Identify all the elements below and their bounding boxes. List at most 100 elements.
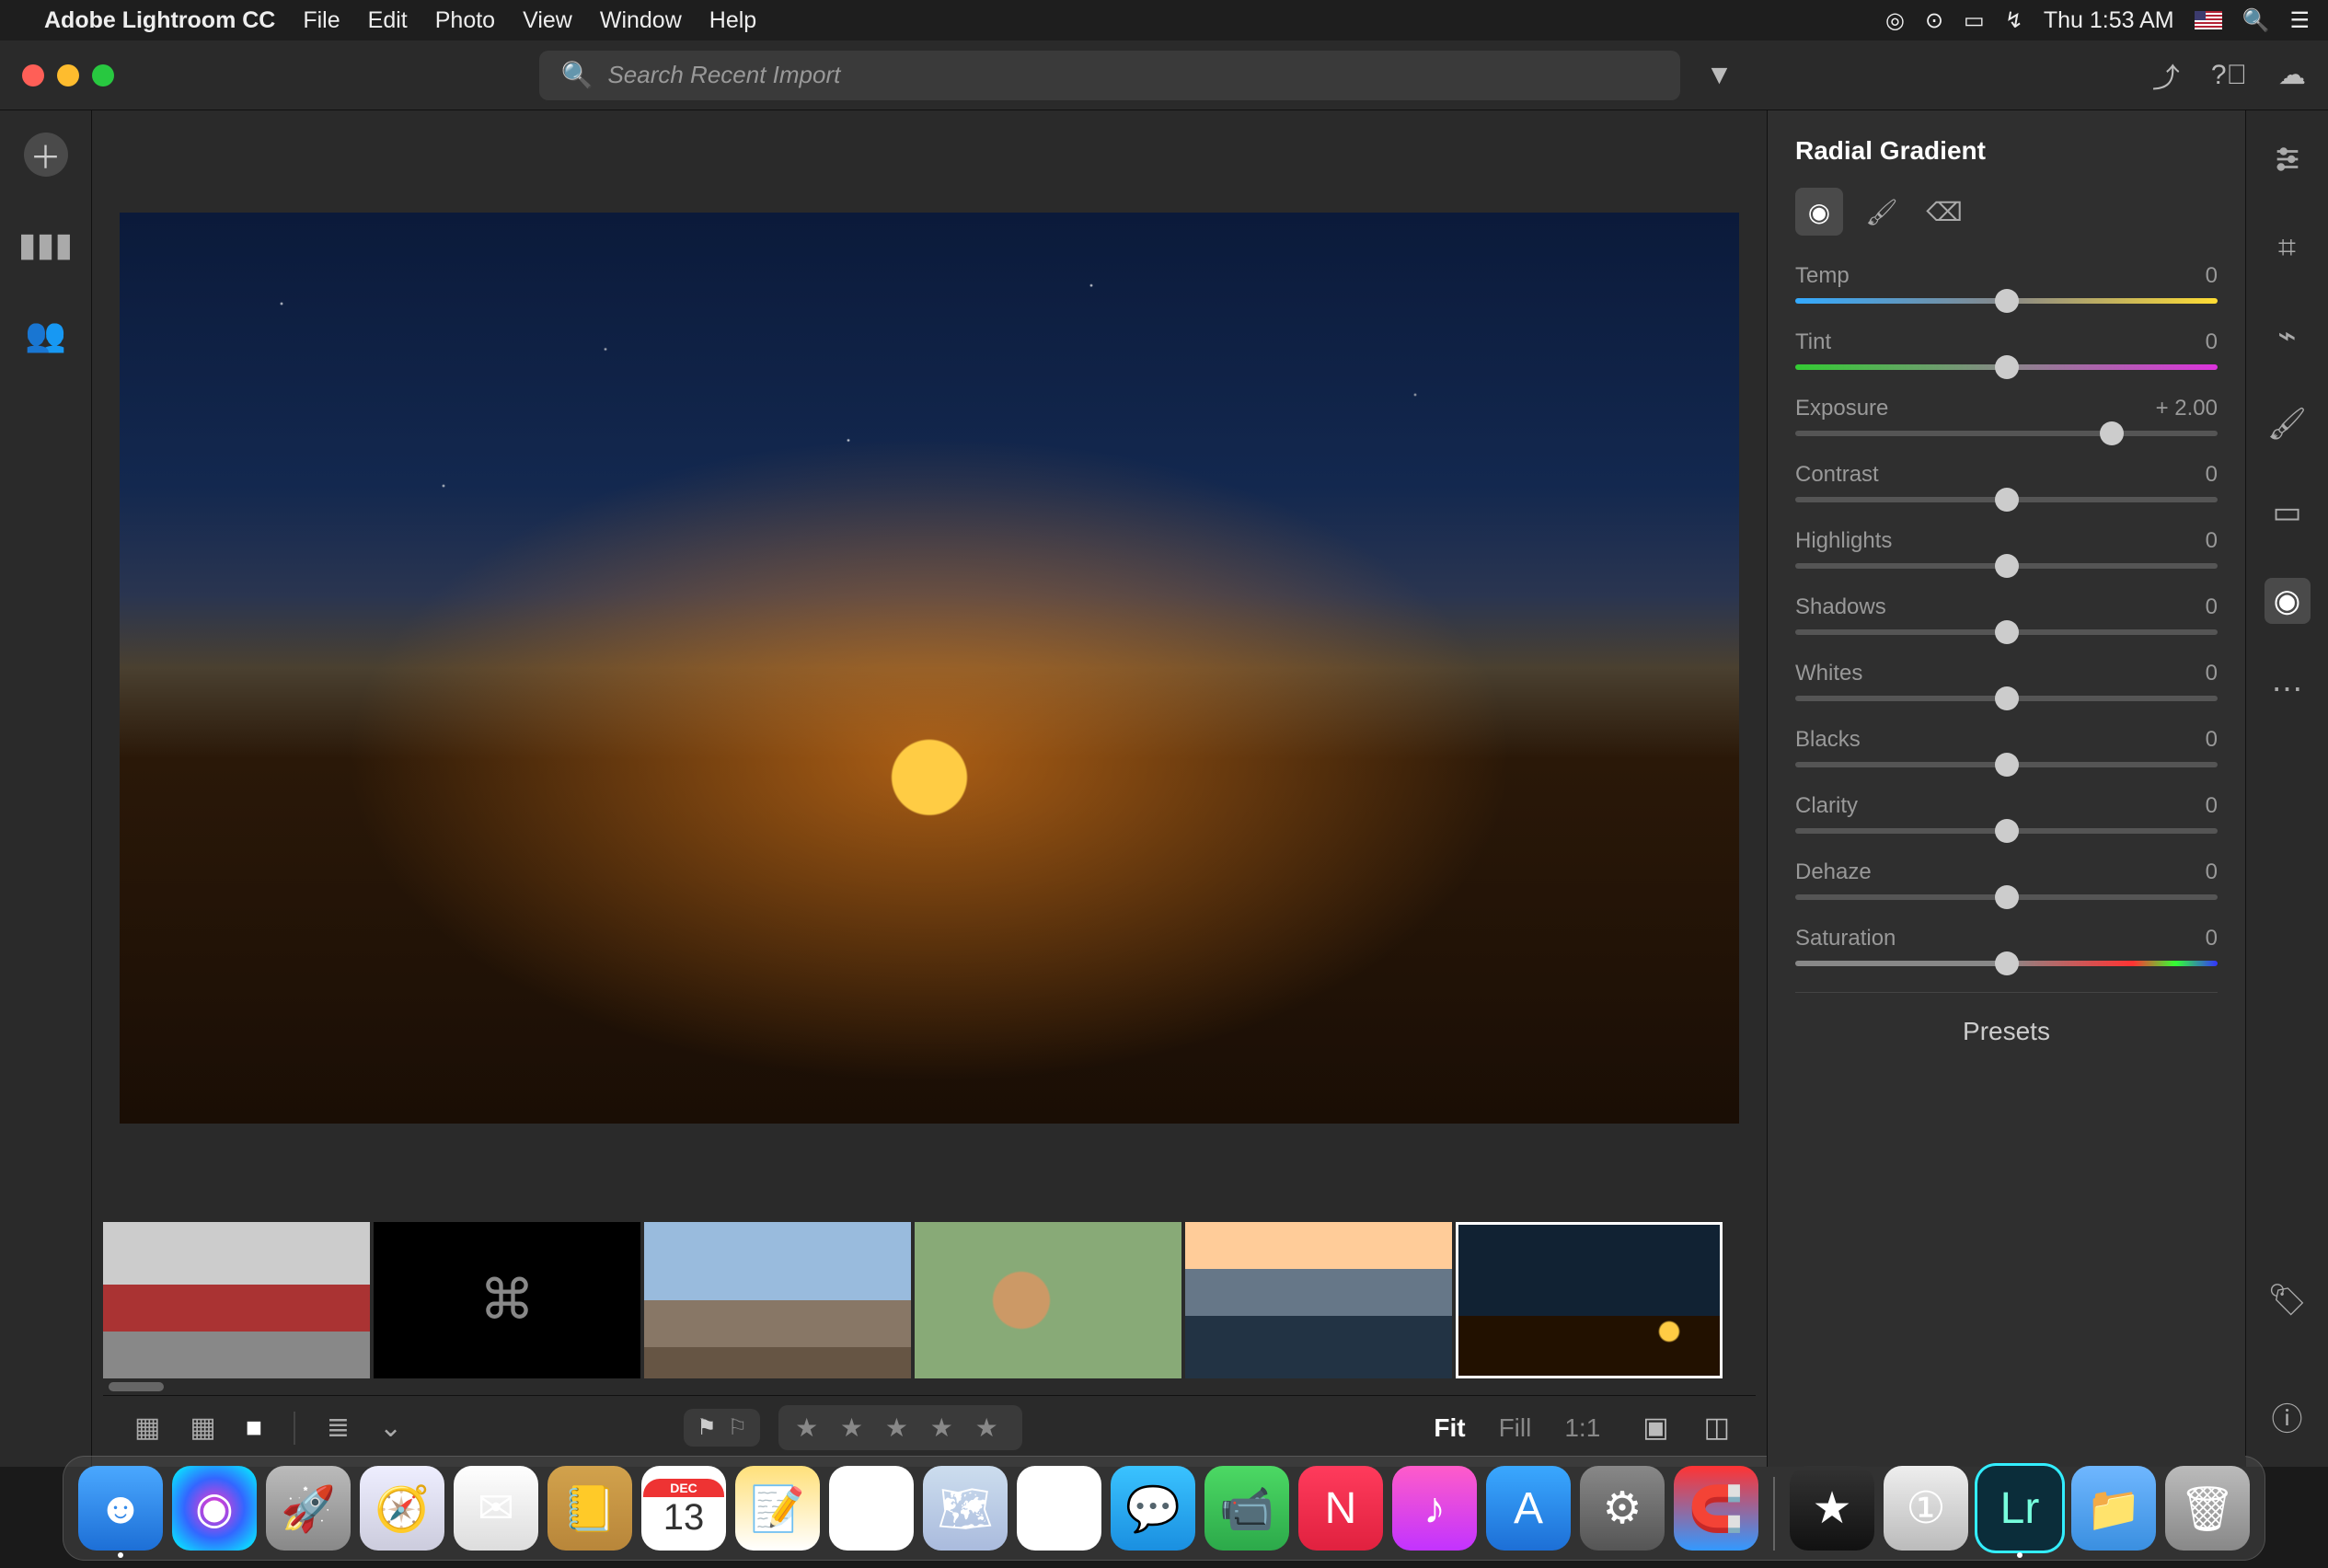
cloud-sync-icon[interactable]: ☁︎ xyxy=(2278,59,2306,91)
dock-app-1password[interactable]: ① xyxy=(1884,1466,1968,1551)
compare-icon[interactable]: ◫ xyxy=(1704,1412,1730,1444)
dock-app-messages[interactable]: 💬 xyxy=(1111,1466,1195,1551)
creative-cloud-icon[interactable]: ◎ xyxy=(1885,7,1905,34)
share-icon[interactable]: ⤴︎ xyxy=(2152,55,2180,96)
grid-view-icon[interactable]: ▦ xyxy=(129,1408,166,1447)
dock-app-magnet[interactable]: 🧲 xyxy=(1674,1466,1758,1551)
dock-app-notes[interactable]: 📝 xyxy=(735,1466,820,1551)
zoom-fit[interactable]: Fit xyxy=(1434,1413,1465,1443)
thumbnail[interactable] xyxy=(1185,1222,1452,1378)
slider-thumb[interactable] xyxy=(1995,554,2019,578)
input-source-flag-icon[interactable] xyxy=(2195,11,2222,29)
brush-add-icon[interactable]: 🖌 xyxy=(1858,188,1906,236)
slider-track[interactable] xyxy=(1795,894,2218,900)
dock-app-appstore[interactable]: A xyxy=(1486,1466,1571,1551)
sort-dropdown-icon[interactable]: ⌄ xyxy=(374,1408,408,1447)
dock-app-siri[interactable]: ◉ xyxy=(172,1466,257,1551)
add-photos-button[interactable]: ＋ xyxy=(24,133,68,177)
airplay-icon[interactable]: ▭ xyxy=(1964,7,1985,34)
edit-sliders-icon[interactable] xyxy=(2265,136,2311,182)
radial-mask-icon[interactable]: ◉ xyxy=(1795,188,1843,236)
minimize-window-button[interactable] xyxy=(57,64,79,86)
dock-app-downloads[interactable]: 📁 xyxy=(2071,1466,2156,1551)
thumbnail[interactable] xyxy=(644,1222,911,1378)
slider-thumb[interactable] xyxy=(1995,951,2019,975)
dock-app-imovie[interactable]: ★ xyxy=(1790,1466,1874,1551)
zoom-fill[interactable]: Fill xyxy=(1499,1413,1532,1443)
slider-track[interactable] xyxy=(1795,497,2218,502)
slider-thumb[interactable] xyxy=(1995,819,2019,843)
dock-app-photos[interactable]: ❀ xyxy=(1017,1466,1101,1551)
close-window-button[interactable] xyxy=(22,64,44,86)
slider-thumb[interactable] xyxy=(2100,421,2124,445)
info-icon[interactable]: ⓘ xyxy=(2265,1393,2311,1439)
rating-stars[interactable]: ★ ★ ★ ★ ★ xyxy=(778,1405,1022,1450)
slider-track[interactable] xyxy=(1795,364,2218,370)
slider-track[interactable] xyxy=(1795,563,2218,569)
dock-app-finder[interactable]: ☻ xyxy=(78,1466,163,1551)
slider-thumb[interactable] xyxy=(1995,488,2019,512)
dock-app-mail[interactable]: ✉︎ xyxy=(454,1466,538,1551)
thumbnail[interactable] xyxy=(915,1222,1181,1378)
slider-track[interactable] xyxy=(1795,696,2218,701)
slider-track[interactable] xyxy=(1795,762,2218,767)
menu-view[interactable]: View xyxy=(523,7,572,34)
square-grid-icon[interactable]: ▦ xyxy=(184,1408,221,1447)
sharing-icon[interactable]: 👥 xyxy=(24,313,68,357)
fullscreen-window-button[interactable] xyxy=(92,64,114,86)
slider-track[interactable] xyxy=(1795,298,2218,304)
linear-gradient-icon[interactable]: ▭ xyxy=(2265,490,2311,536)
healing-icon[interactable]: ⌁ xyxy=(2265,313,2311,359)
dock-app-contacts[interactable]: 📒 xyxy=(547,1466,632,1551)
brush-icon[interactable]: 🖌 xyxy=(2265,401,2311,447)
status-icon-2[interactable]: ↯ xyxy=(2005,7,2023,34)
radial-gradient-icon[interactable]: ◉ xyxy=(2265,578,2311,624)
filter-icon[interactable]: ▼ xyxy=(1706,60,1734,91)
spotlight-icon[interactable]: 🔍 xyxy=(2242,7,2270,34)
zoom-1-1[interactable]: 1:1 xyxy=(1564,1413,1600,1443)
slider-track[interactable] xyxy=(1795,629,2218,635)
sort-icon[interactable]: ≣ xyxy=(321,1408,355,1447)
dock-app-trash[interactable]: 🗑 xyxy=(2165,1466,2250,1551)
slider-thumb[interactable] xyxy=(1995,885,2019,909)
dock-app-safari[interactable]: 🧭 xyxy=(360,1466,444,1551)
tag-icon[interactable]: 🏷 xyxy=(2265,1277,2311,1323)
flag-pick-icon[interactable]: ⚑ xyxy=(697,1414,717,1441)
app-name[interactable]: Adobe Lightroom CC xyxy=(44,7,275,34)
flag-reject-icon[interactable]: ⚐ xyxy=(728,1414,748,1441)
menu-window[interactable]: Window xyxy=(600,7,682,34)
thumbnail[interactable] xyxy=(103,1222,370,1378)
filmstrip-scrollbar[interactable] xyxy=(103,1382,1756,1395)
brush-erase-icon[interactable]: ⌫ xyxy=(1920,188,1968,236)
slider-track[interactable] xyxy=(1795,961,2218,966)
slider-thumb[interactable] xyxy=(1995,355,2019,379)
photo-viewport[interactable] xyxy=(103,110,1756,1216)
dock-app-facetime[interactable]: 📹 xyxy=(1204,1466,1289,1551)
slider-thumb[interactable] xyxy=(1995,289,2019,313)
menu-file[interactable]: File xyxy=(303,7,340,34)
dock-app-reminders[interactable]: ☑︎ xyxy=(829,1466,914,1551)
slider-thumb[interactable] xyxy=(1995,686,2019,710)
slider-thumb[interactable] xyxy=(1995,620,2019,644)
status-icon[interactable]: ⊙ xyxy=(1925,7,1943,34)
menubar-clock[interactable]: Thu 1:53 AM xyxy=(2044,7,2174,34)
menu-edit[interactable]: Edit xyxy=(368,7,408,34)
show-original-icon[interactable]: ▣ xyxy=(1642,1412,1668,1444)
more-icon[interactable]: ⋯ xyxy=(2265,666,2311,712)
dock-app-news[interactable]: N xyxy=(1298,1466,1383,1551)
main-photo[interactable] xyxy=(120,213,1739,1124)
menu-photo[interactable]: Photo xyxy=(435,7,495,34)
thumbnail[interactable]: ⌘ xyxy=(374,1222,640,1378)
slider-track[interactable] xyxy=(1795,828,2218,834)
presets-toggle[interactable]: Presets xyxy=(1795,992,2218,1070)
dock-app-lightroom[interactable]: Lr xyxy=(1977,1466,2062,1551)
slider-thumb[interactable] xyxy=(1995,753,2019,777)
crop-icon[interactable]: ⌗ xyxy=(2265,225,2311,271)
my-photos-icon[interactable]: ▮▮▮ xyxy=(24,223,68,267)
dock-app-preferences[interactable]: ⚙︎ xyxy=(1580,1466,1665,1551)
menu-help[interactable]: Help xyxy=(709,7,756,34)
detail-view-icon[interactable]: ■ xyxy=(240,1409,268,1447)
search-input[interactable]: 🔍 Search Recent Import xyxy=(539,51,1680,100)
help-icon[interactable]: ?⃝ xyxy=(2211,60,2247,91)
dock-app-launchpad[interactable]: 🚀 xyxy=(266,1466,351,1551)
